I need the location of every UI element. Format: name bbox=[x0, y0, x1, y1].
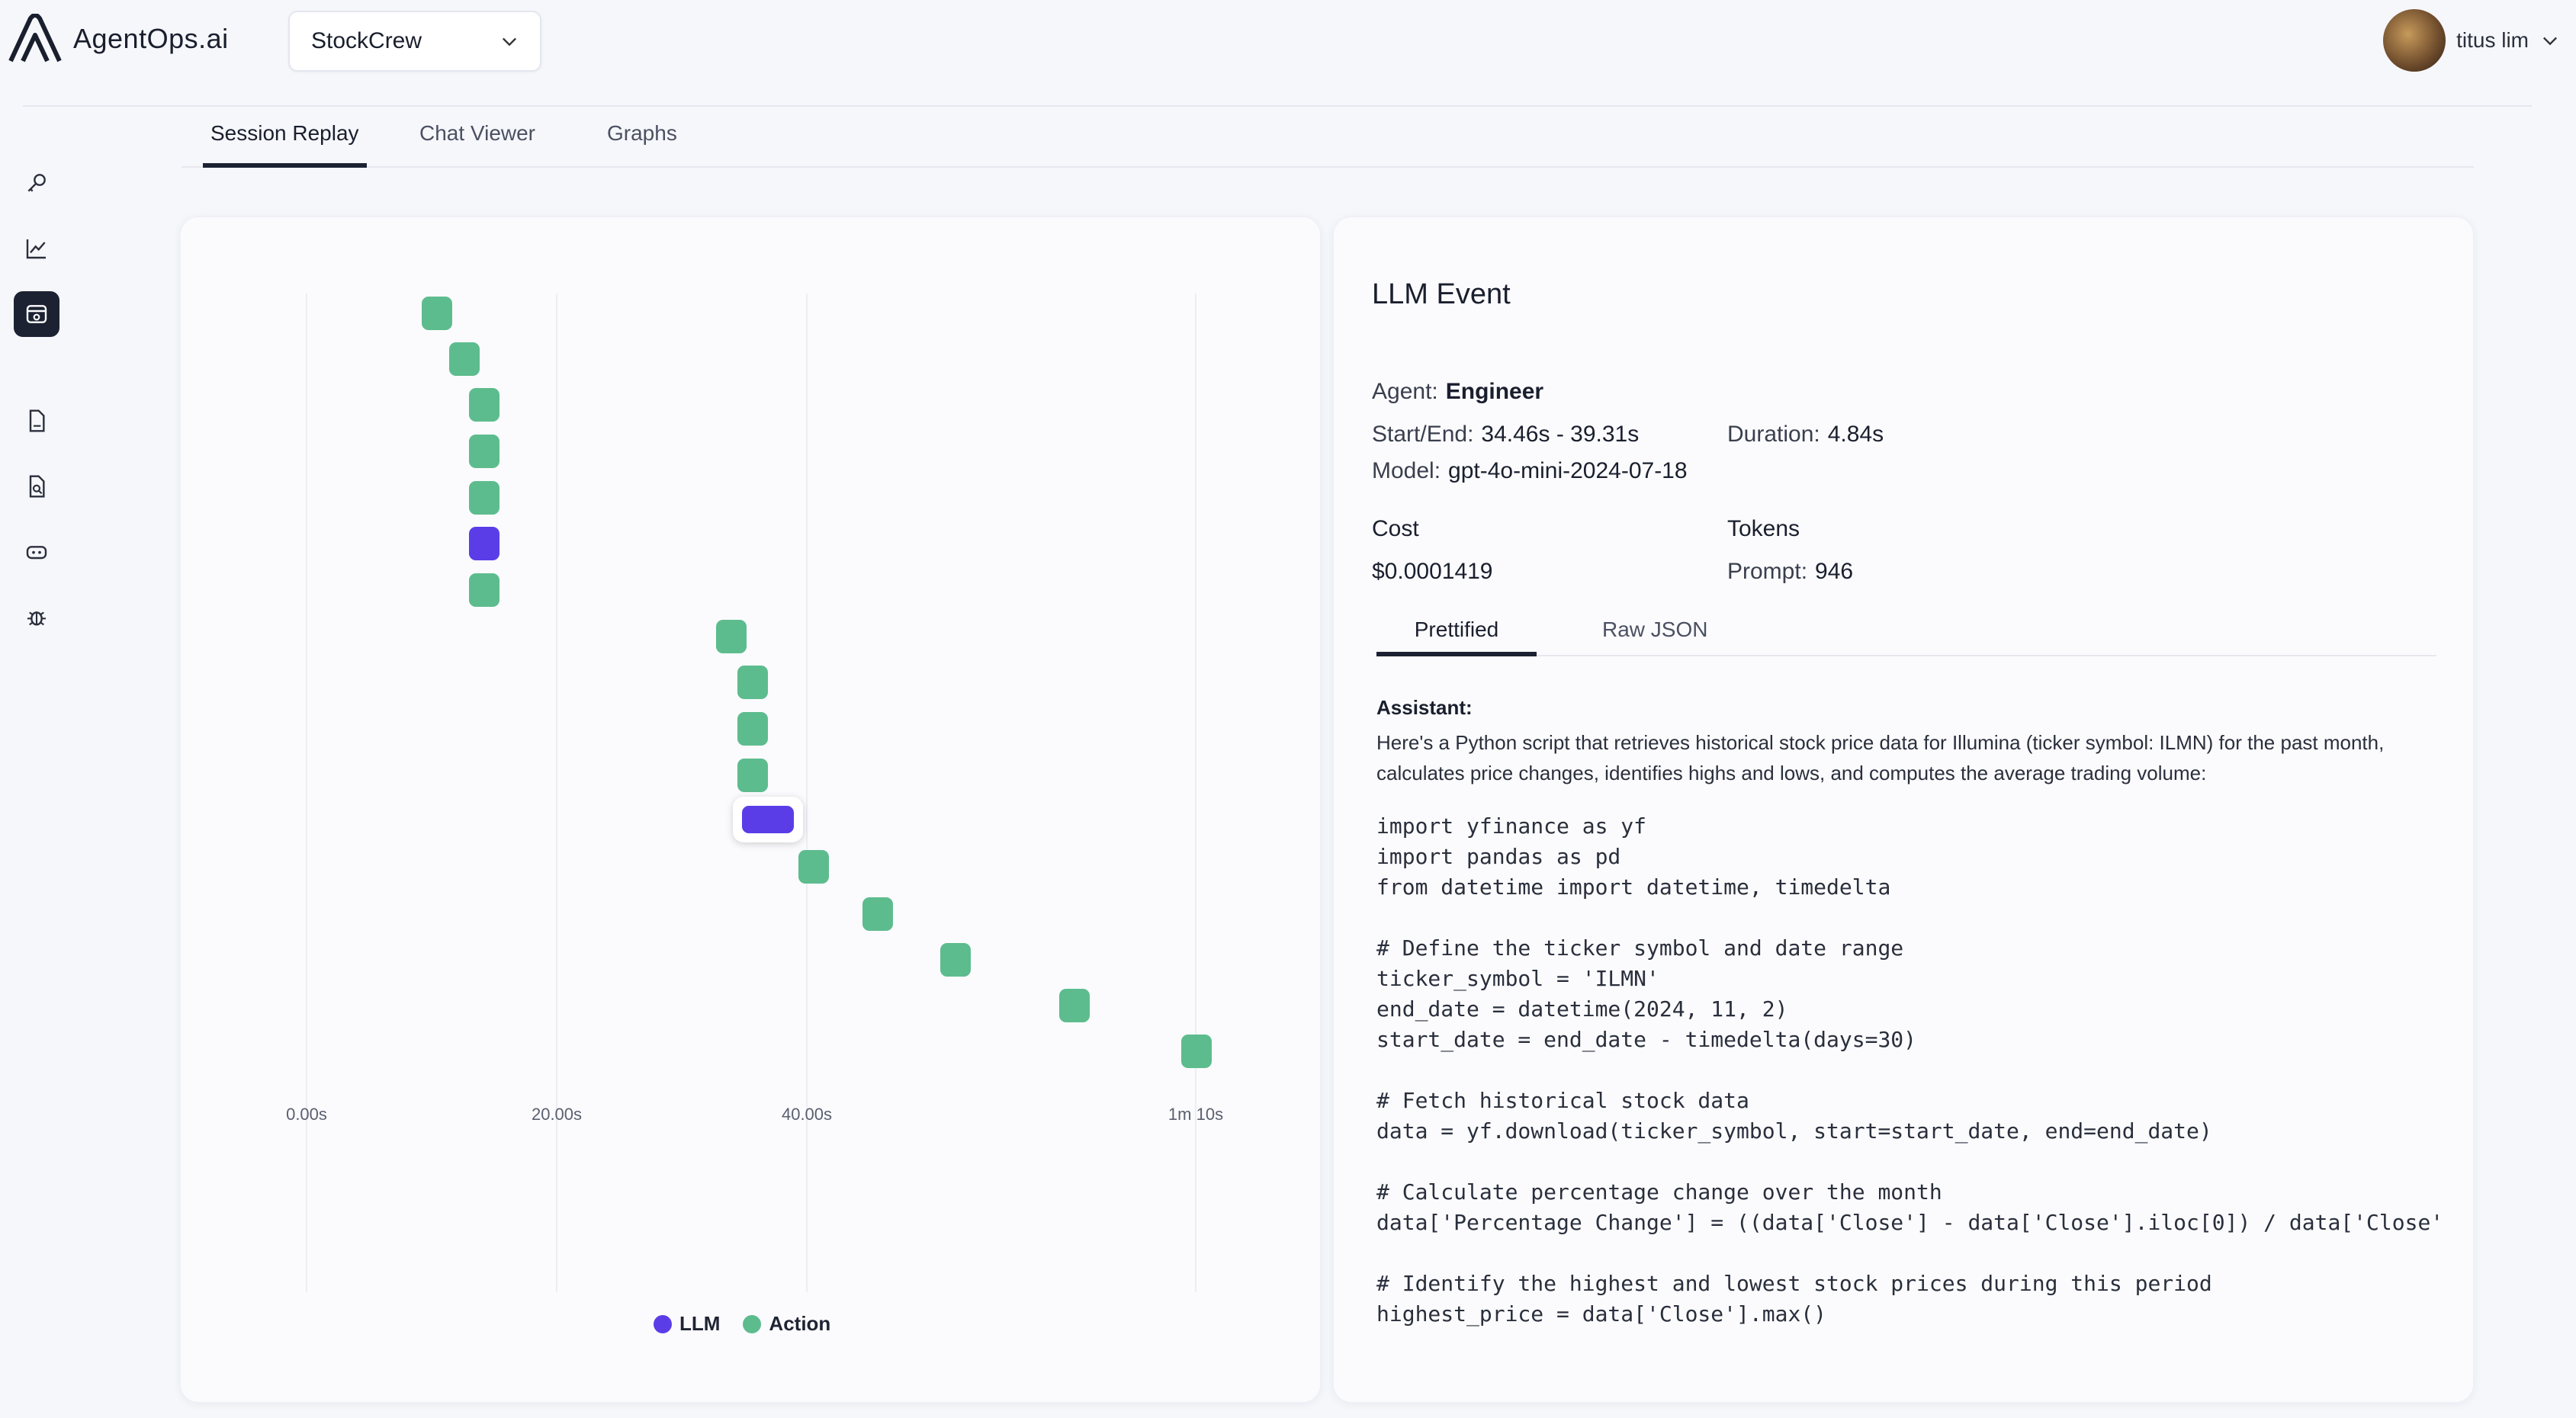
model-label: Model: bbox=[1372, 458, 1441, 483]
action-event[interactable] bbox=[1181, 1035, 1212, 1068]
action-event[interactable] bbox=[469, 435, 499, 468]
event-detail-panel: LLM Event Agent: Engineer Start/End: 34.46… bbox=[1333, 217, 2474, 1403]
tokens-label: Tokens bbox=[1727, 516, 1800, 541]
prompt-field: Prompt: 946 bbox=[1727, 559, 1853, 585]
tab-graphs[interactable]: Graphs bbox=[599, 114, 685, 168]
action-event[interactable] bbox=[798, 850, 829, 884]
sidebar-item-bugs[interactable] bbox=[14, 595, 59, 640]
legend-label: Action bbox=[769, 1312, 831, 1335]
sidebar-item-analytics[interactable] bbox=[14, 226, 59, 271]
action-event[interactable] bbox=[469, 481, 499, 515]
gridline bbox=[806, 294, 808, 1292]
action-event[interactable] bbox=[1059, 989, 1090, 1022]
startend-label: Start/End: bbox=[1372, 422, 1474, 447]
event-title: LLM Event bbox=[1372, 278, 1511, 310]
tab-chat-viewer[interactable]: Chat Viewer bbox=[412, 114, 543, 168]
axis-tick-label: 1m 10s bbox=[1168, 1105, 1224, 1124]
action-event[interactable] bbox=[422, 297, 452, 330]
prompt-label: Prompt: bbox=[1727, 559, 1808, 584]
agent-label: Agent: bbox=[1372, 379, 1438, 404]
event-view-tabs: Prettified Raw JSON bbox=[1376, 612, 2436, 656]
startend-value: 34.46s - 39.31s bbox=[1481, 422, 1640, 447]
legend-label: LLM bbox=[679, 1312, 721, 1335]
agent-field: Agent: Engineer bbox=[1372, 379, 1543, 405]
llm-event[interactable] bbox=[469, 527, 499, 560]
action-event[interactable] bbox=[737, 712, 768, 746]
action-event[interactable] bbox=[737, 666, 768, 699]
user-menu[interactable]: titus lim bbox=[2383, 9, 2561, 72]
document-search-icon bbox=[29, 475, 45, 498]
agentops-logo-icon bbox=[8, 14, 62, 63]
axis-tick-label: 20.00s bbox=[531, 1105, 583, 1124]
prompt-value: 946 bbox=[1815, 559, 1854, 584]
document-icon bbox=[29, 409, 45, 432]
header-divider bbox=[23, 105, 2532, 107]
session-replay-icon bbox=[26, 305, 47, 323]
duration-value: 4.84s bbox=[1827, 422, 1884, 447]
action-event[interactable] bbox=[449, 342, 480, 376]
chevron-down-icon bbox=[503, 37, 516, 47]
logo[interactable]: AgentOps.ai bbox=[8, 14, 229, 64]
assistant-label: Assistant: bbox=[1376, 696, 1473, 719]
key-icon bbox=[27, 174, 46, 192]
chevron-down-icon bbox=[2543, 37, 2557, 46]
project-select-value: StockCrew bbox=[311, 28, 422, 53]
gridline bbox=[306, 294, 307, 1292]
action-event[interactable] bbox=[469, 573, 499, 607]
gridline bbox=[1195, 294, 1196, 1292]
sidebar-item-search-docs[interactable] bbox=[14, 464, 59, 509]
agent-value: Engineer bbox=[1445, 379, 1544, 404]
sidebar-item-session-replay[interactable] bbox=[14, 291, 59, 337]
sidebar-item-discord[interactable] bbox=[14, 529, 59, 575]
timeline-legend: LLM Action bbox=[654, 1312, 830, 1336]
model-field: Model: gpt-4o-mini-2024-07-18 bbox=[1372, 458, 1688, 484]
assistant-description: Here's a Python script that retrieves hi… bbox=[1376, 731, 2385, 784]
startend-field: Start/End: 34.46s - 39.31s bbox=[1372, 422, 1639, 448]
sidebar-item-keys[interactable] bbox=[14, 160, 59, 206]
tab-prettified[interactable]: Prettified bbox=[1376, 612, 1537, 656]
project-select[interactable]: StockCrew bbox=[288, 11, 541, 72]
action-event[interactable] bbox=[737, 759, 768, 792]
gridline bbox=[556, 294, 557, 1292]
cost-value: $0.0001419 bbox=[1372, 559, 1493, 584]
avatar bbox=[2383, 9, 2446, 72]
action-event[interactable] bbox=[862, 897, 893, 931]
top-bar: AgentOps.ai StockCrew titus lim bbox=[0, 0, 2576, 84]
tab-session-replay[interactable]: Session Replay bbox=[203, 114, 367, 168]
legend-dot bbox=[743, 1314, 762, 1333]
user-name: titus lim bbox=[2456, 28, 2529, 52]
duration-label: Duration: bbox=[1727, 422, 1820, 447]
view-tabs: Session Replay Chat Viewer Graphs bbox=[181, 114, 2474, 168]
legend-item-action: Action bbox=[743, 1312, 830, 1336]
timeline-panel: 0.00s 20.00s 40.00s 1m 10s LLM Action bbox=[180, 217, 1321, 1403]
code-block: import yfinance as yf import pandas as p… bbox=[1376, 813, 2444, 1327]
duration-field: Duration: 4.84s bbox=[1727, 422, 1884, 448]
llm-event-selected[interactable] bbox=[742, 806, 794, 833]
cost-label: Cost bbox=[1372, 516, 1419, 541]
legend-dot bbox=[654, 1314, 672, 1333]
axis-tick-label: 0.00s bbox=[286, 1105, 327, 1124]
action-event[interactable] bbox=[716, 620, 747, 653]
sidebar-item-docs[interactable] bbox=[14, 398, 59, 444]
logo-text: AgentOps.ai bbox=[73, 23, 229, 54]
legend-item-llm: LLM bbox=[654, 1312, 720, 1336]
chart-line-icon bbox=[26, 239, 46, 259]
event-content: Assistant: Here's a Python script that r… bbox=[1376, 696, 2444, 1330]
action-event[interactable] bbox=[940, 943, 971, 977]
axis-tick-label: 40.00s bbox=[781, 1105, 833, 1124]
tab-raw-json[interactable]: Raw JSON bbox=[1602, 612, 1707, 656]
model-value: gpt-4o-mini-2024-07-18 bbox=[1448, 458, 1688, 483]
action-event[interactable] bbox=[469, 388, 499, 422]
bug-icon bbox=[27, 611, 46, 626]
gamepad-icon bbox=[26, 546, 47, 560]
